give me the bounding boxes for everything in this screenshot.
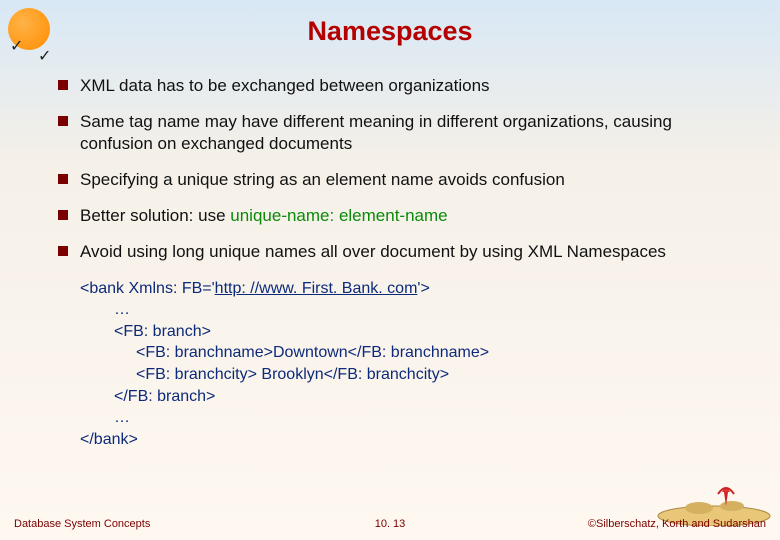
bullet-4-unique: unique-name: element-name (230, 206, 447, 225)
code-text: <bank Xmlns: FB=' (80, 280, 215, 297)
code-line-5: <FB: branchcity> Brooklyn</FB: branchcit… (80, 364, 730, 386)
content-area: XML data has to be exchanged between org… (0, 47, 780, 450)
code-line-7: … (80, 407, 730, 429)
bullet-3: Specifying a unique string as an element… (80, 169, 730, 191)
bullet-2: Same tag name may have different meaning… (80, 111, 730, 155)
footer: Database System Concepts 10. 13 ©Silbers… (0, 518, 780, 530)
sun-decoration: ✓ ✓ (8, 8, 58, 58)
code-line-2: … (80, 299, 730, 321)
bullet-5: Avoid using long unique names all over d… (80, 241, 730, 263)
code-text: '> (417, 280, 429, 297)
bullet-1: XML data has to be exchanged between org… (80, 75, 730, 97)
bullet-4: Better solution: use unique-name: elemen… (80, 205, 730, 227)
code-line-1: <bank Xmlns: FB='http: //www. First. Ban… (80, 278, 730, 300)
code-line-8: </bank> (80, 429, 730, 451)
bird-icon: ✓ (38, 46, 51, 66)
bullet-4-prefix: Better solution: use (80, 206, 230, 225)
footer-right: ©Silberschatz, Korth and Sudarshan (588, 518, 766, 530)
footer-left: Database System Concepts (14, 518, 150, 530)
bird-icon: ✓ (10, 36, 23, 56)
code-url: http: //www. First. Bank. com (215, 280, 418, 297)
slide-title: Namespaces (0, 0, 780, 47)
footer-center: 10. 13 (375, 518, 406, 530)
code-example: <bank Xmlns: FB='http: //www. First. Ban… (80, 278, 730, 451)
code-line-6: </FB: branch> (80, 386, 730, 408)
code-line-4: <FB: branchname>Downtown</FB: branchname… (80, 342, 730, 364)
code-line-3: <FB: branch> (80, 321, 730, 343)
